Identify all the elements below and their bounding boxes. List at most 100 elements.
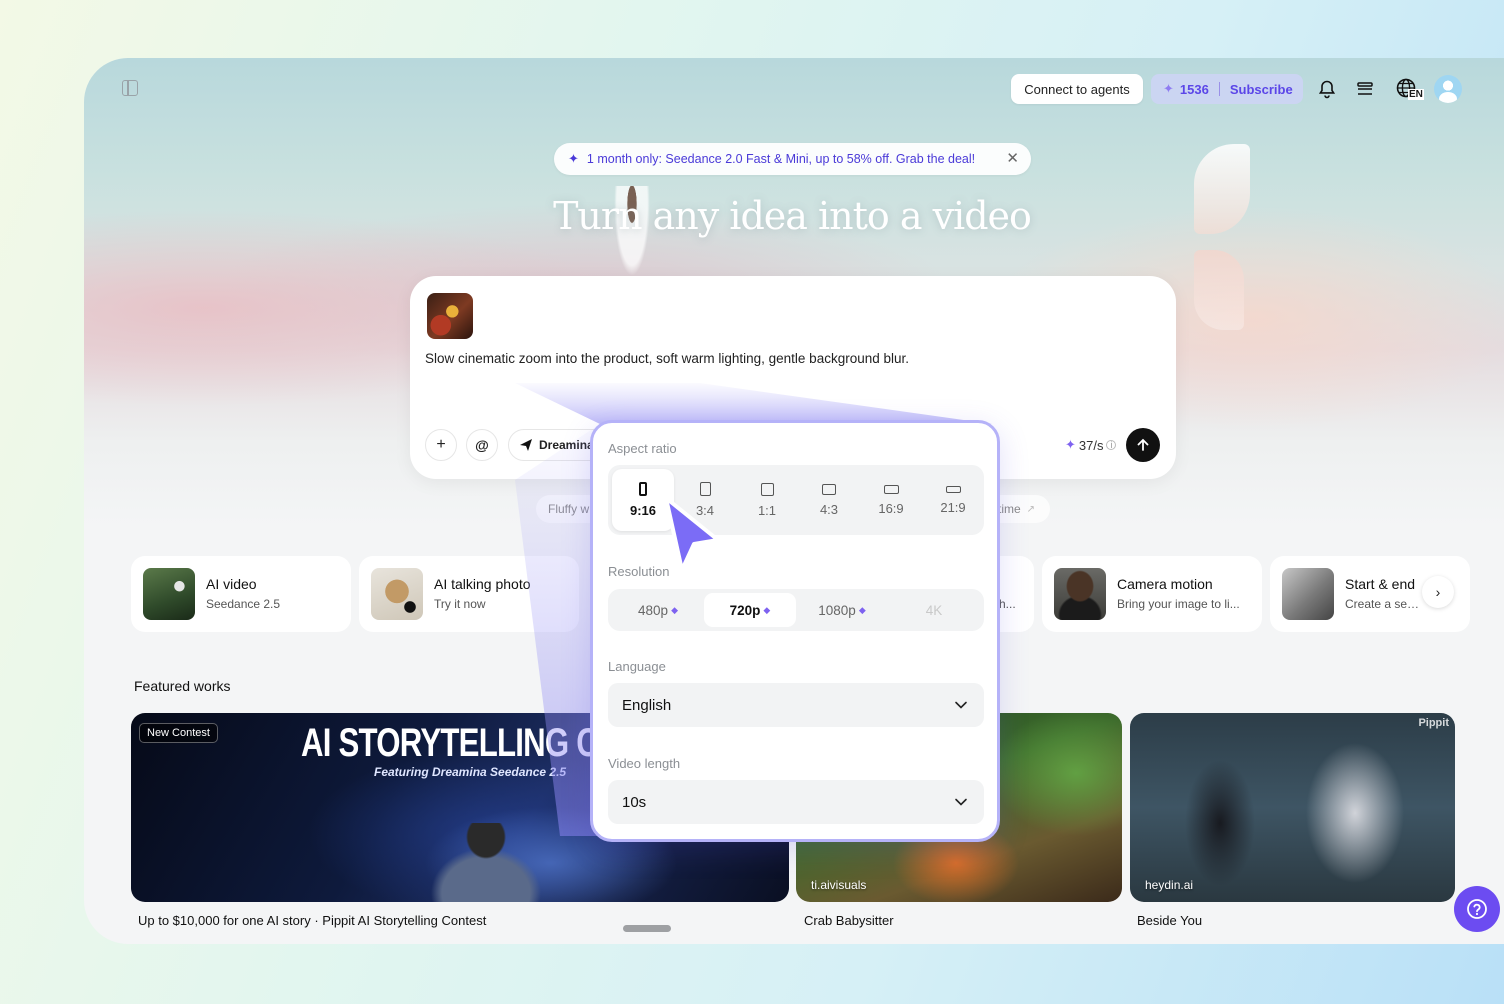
model-logo-icon — [520, 439, 532, 451]
start-end-thumbnail — [1282, 568, 1334, 620]
resolution-selector: 480p ◆ 720p ◆ 1080p ◆ 4K — [608, 589, 984, 631]
language-label: Language — [608, 659, 666, 674]
premium-gem-icon: ◆ — [858, 604, 866, 615]
ratio-option-16-9[interactable]: 16:9 — [860, 469, 922, 531]
chevron-down-icon — [955, 701, 967, 709]
language-select[interactable]: English — [608, 683, 984, 727]
creator-credit: heydin.ai — [1145, 878, 1194, 892]
ratio-label: 4:3 — [819, 501, 839, 517]
carousel-next-button[interactable]: › — [1422, 576, 1454, 608]
connect-to-agents-button[interactable]: Connect to agents — [1011, 74, 1143, 104]
mouse-pointer-icon — [664, 496, 720, 572]
credits-pill[interactable]: ✦ 1536 Subscribe — [1151, 74, 1303, 104]
resolution-option-1080p[interactable]: 1080p ◆ — [796, 593, 888, 627]
new-contest-badge: New Contest — [139, 723, 218, 743]
cost-value: 37/s — [1078, 437, 1104, 453]
arrow-icon: ↗ — [1026, 503, 1036, 515]
contest-subheadline: Featuring Dreamina Seedance 2.5 — [374, 765, 567, 779]
cost-indicator: ✦ 37/s i — [1065, 437, 1117, 453]
ratio-label: 1:1 — [757, 502, 777, 518]
contest-illustration — [431, 823, 541, 902]
feature-subtitle: Create a seam... — [1345, 597, 1425, 611]
globe-language-icon[interactable]: EN — [1392, 76, 1424, 102]
hero-title: Turn any idea into a video — [553, 194, 1032, 238]
feature-card-camera-motion[interactable]: Camera motion Bring your image to li... — [1042, 556, 1262, 632]
ratio-1-1-icon — [760, 482, 774, 496]
feature-title: AI talking photo — [434, 576, 531, 592]
ratio-label: 21:9 — [940, 499, 966, 515]
help-button[interactable] — [1454, 886, 1500, 932]
credits-divider — [1218, 82, 1220, 96]
promo-banner[interactable]: ✦ 1 month only: Seedance 2.0 Fast & Mini… — [554, 143, 1031, 175]
send-button[interactable] — [1126, 428, 1160, 462]
promo-text: 1 month only: Seedance 2.0 Fast & Mini, … — [586, 152, 976, 166]
sparkle-icon: ✦ — [1065, 437, 1076, 452]
ai-talking-photo-thumbnail — [371, 568, 423, 620]
camera-motion-thumbnail — [1054, 568, 1106, 620]
user-avatar[interactable] — [1434, 75, 1462, 103]
resolution-option-480p[interactable]: 480p ◆ — [612, 593, 704, 627]
suggestion-chip-label: time — [998, 502, 1021, 516]
ratio-option-1-1[interactable]: 1:1 — [736, 469, 798, 531]
feature-title: Start & end — [1345, 576, 1416, 592]
ratio-option-21-9[interactable]: 21:9 — [922, 469, 984, 531]
pippit-watermark: Pippit — [1418, 717, 1449, 729]
premium-gem-icon: ◆ — [671, 604, 678, 615]
credits-count: 1536 — [1179, 81, 1209, 97]
sparkle-icon: ✦ — [568, 151, 579, 166]
resolution-label: 480p — [638, 602, 669, 618]
sparkle-icon: ✦ — [1163, 81, 1174, 96]
resolution-label: 1080p — [818, 602, 856, 618]
video-length-label: Video length — [608, 756, 681, 771]
aspect-ratio-label: Aspect ratio — [608, 441, 677, 456]
language-value: English — [622, 696, 672, 714]
close-icon[interactable]: ✕ — [1006, 149, 1019, 167]
featured-works-heading: Featured works — [134, 678, 231, 694]
info-icon[interactable]: i — [1106, 440, 1117, 450]
feature-subtitle: Seedance 2.5 — [206, 597, 281, 611]
scroll-handle[interactable] — [623, 925, 671, 932]
arrow-up-icon — [1137, 438, 1149, 451]
video-settings-popup: Aspect ratio 9:16 3:4 1:1 4:3 16:9 21:9 … — [590, 420, 1000, 842]
work-caption[interactable]: Up to $10,000 for one AI story · Pippit … — [138, 913, 486, 928]
work-caption[interactable]: Crab Babysitter — [804, 913, 894, 928]
subscribe-link[interactable]: Subscribe — [1230, 82, 1293, 97]
feature-subtitle: Bring your image to li... — [1117, 597, 1240, 611]
video-length-select[interactable]: 10s — [608, 780, 984, 824]
chevron-right-icon: › — [1435, 584, 1441, 600]
chevron-down-icon — [955, 798, 967, 806]
ratio-9-16-icon — [639, 482, 647, 496]
question-icon — [1467, 899, 1487, 919]
ratio-label: 9:16 — [629, 503, 657, 518]
language-badge: EN — [1408, 89, 1424, 100]
ai-video-thumbnail — [143, 568, 195, 620]
feature-card-ai-video[interactable]: AI video Seedance 2.5 — [131, 556, 351, 632]
feature-title: Camera motion — [1117, 576, 1213, 592]
resolution-label: 4K — [925, 602, 943, 618]
stack-icon[interactable] — [1352, 76, 1378, 102]
mention-button[interactable]: @ — [466, 429, 498, 461]
hero-leaf-reflection — [1194, 250, 1244, 330]
feature-title: AI video — [206, 576, 257, 592]
resolution-label: 720p — [729, 602, 761, 618]
prompt-input[interactable]: Slow cinematic zoom into the product, so… — [425, 351, 909, 366]
feature-subtitle: h... — [999, 597, 1016, 611]
ratio-4-3-icon — [822, 483, 836, 495]
add-button[interactable]: + — [425, 429, 457, 461]
ratio-label: 16:9 — [878, 500, 904, 516]
model-label: Dreamina — [539, 438, 594, 452]
ratio-21-9-icon — [945, 485, 961, 493]
creator-credit: ti.aivisuals — [811, 878, 867, 892]
ratio-option-4-3[interactable]: 4:3 — [798, 469, 860, 531]
feature-subtitle: Try it now — [434, 597, 486, 611]
bell-icon[interactable] — [1314, 76, 1340, 102]
feature-card-ai-talking-photo[interactable]: AI talking photo Try it now — [359, 556, 579, 632]
sidebar-toggle-icon[interactable] — [122, 80, 138, 96]
featured-work-beside-you[interactable]: Pippit heydin.ai — [1130, 713, 1455, 902]
reference-image-thumbnail[interactable] — [427, 293, 473, 339]
work-caption[interactable]: Beside You — [1137, 913, 1202, 928]
resolution-option-720p[interactable]: 720p ◆ — [704, 593, 796, 627]
resolution-option-4k[interactable]: 4K — [888, 593, 980, 627]
premium-gem-icon: ◆ — [763, 604, 771, 615]
ratio-16-9-icon — [883, 484, 899, 494]
